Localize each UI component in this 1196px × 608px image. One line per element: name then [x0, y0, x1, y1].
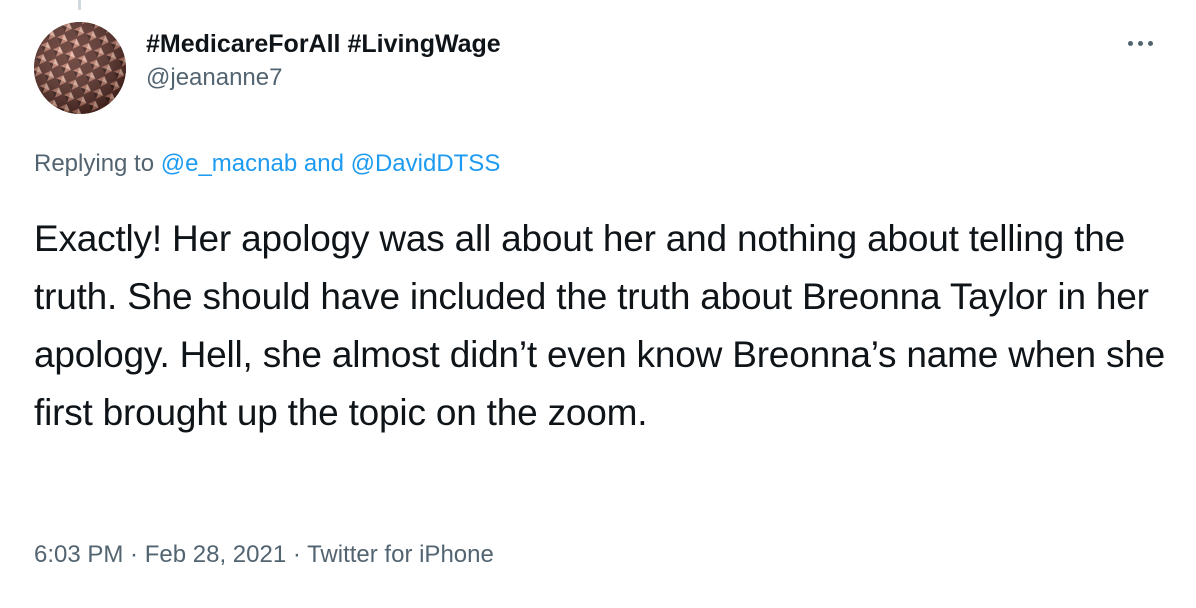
- tweet-text: Exactly! Her apology was all about her a…: [34, 218, 1166, 433]
- avatar[interactable]: [34, 22, 126, 114]
- reply-mention-conjunction[interactable]: and: [297, 150, 350, 177]
- tweet-source[interactable]: Twitter for iPhone: [307, 541, 494, 568]
- tweet-detail: #MedicareForAll #LivingWage @jeananne7 R…: [0, 0, 1196, 608]
- reply-mention-link[interactable]: @e_macnab: [161, 150, 297, 177]
- more-dot-icon: [1127, 40, 1133, 46]
- tweet-metadata: 6:03 PM · Feb 28, 2021 · Twitter for iPh…: [34, 537, 494, 573]
- meta-separator: ·: [123, 541, 145, 568]
- thread-connector-line: [78, 0, 81, 10]
- avatar-pattern-icon: [34, 22, 126, 114]
- more-options-button[interactable]: [1120, 28, 1160, 58]
- replying-to: Replying to @e_macnab and @DavidDTSS: [34, 146, 500, 182]
- meta-separator: ·: [286, 541, 308, 568]
- author-info: #MedicareForAll #LivingWage @jeananne7: [146, 28, 501, 94]
- user-handle[interactable]: @jeananne7: [146, 62, 501, 94]
- more-dot-icon: [1137, 40, 1143, 46]
- tweet-time[interactable]: 6:03 PM: [34, 541, 123, 568]
- tweet-date[interactable]: Feb 28, 2021: [145, 541, 286, 568]
- display-name[interactable]: #MedicareForAll #LivingWage: [146, 28, 501, 60]
- reply-mention-link[interactable]: @DavidDTSS: [351, 150, 501, 177]
- replying-to-label: Replying to: [34, 150, 161, 177]
- more-dot-icon: [1147, 40, 1153, 46]
